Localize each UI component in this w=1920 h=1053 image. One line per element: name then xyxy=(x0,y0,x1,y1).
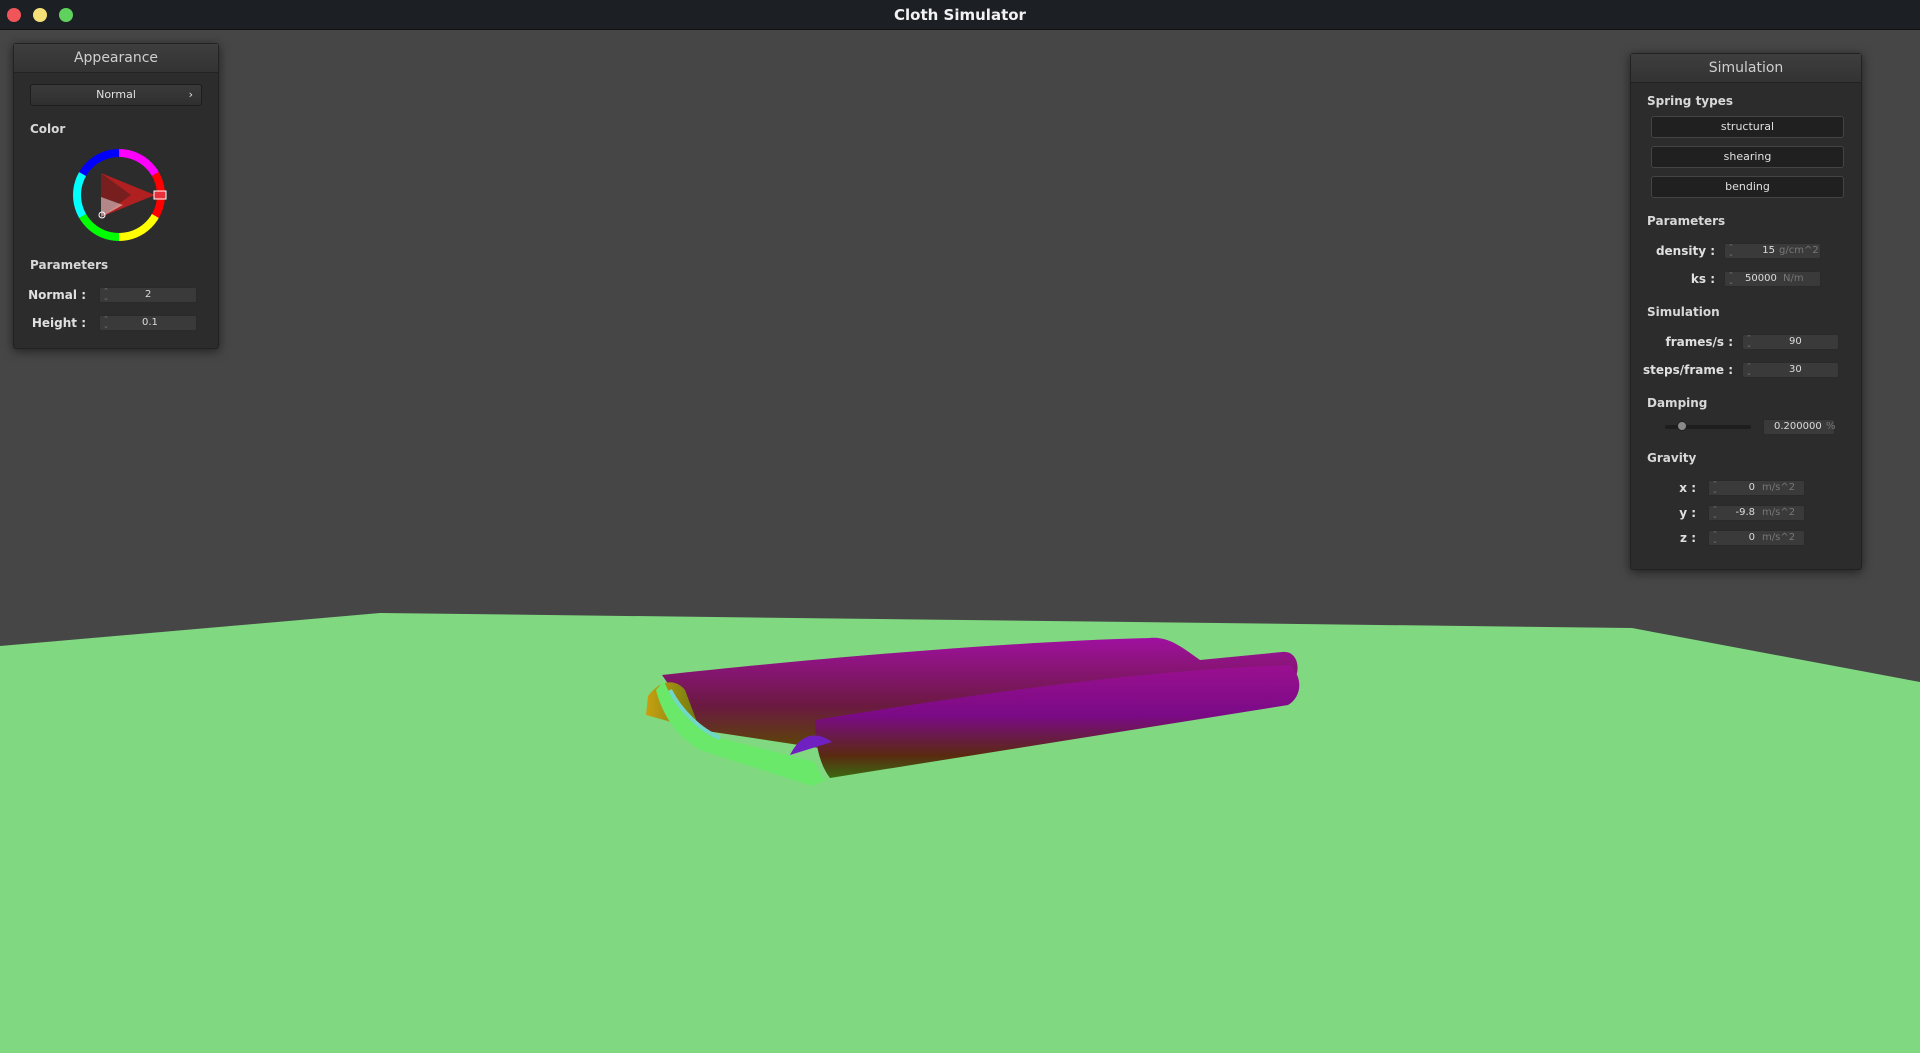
gravity-z-label: z : xyxy=(1680,531,1696,545)
window-title: Cloth Simulator xyxy=(894,6,1026,24)
appearance-panel: Appearance Normal › Color Parameters Nor… xyxy=(13,43,219,349)
simulation-panel-header: Simulation xyxy=(1631,54,1861,83)
height-label: Height : xyxy=(31,316,86,330)
ks-label: ks : xyxy=(1690,272,1715,286)
gravity-z-input[interactable]: ⌃ ⌄ 0 m/s^2 xyxy=(1708,530,1805,546)
spin-arrows-icon[interactable]: ⌃ ⌄ xyxy=(103,316,111,330)
simulation-panel: Simulation Spring types structural shear… xyxy=(1630,53,1862,570)
frames-per-second-input[interactable]: ⌃ ⌄ 90 xyxy=(1742,334,1839,350)
spin-arrows-icon[interactable]: ⌃ ⌄ xyxy=(1712,531,1720,545)
window-titlebar: Cloth Simulator xyxy=(0,0,1920,30)
spin-arrows-icon[interactable]: ⌃ ⌄ xyxy=(1712,481,1720,495)
density-input[interactable]: ⌃ ⌄ 15 g/cm^2 xyxy=(1724,243,1821,259)
structural-toggle-button[interactable]: structural xyxy=(1651,116,1844,138)
spin-arrows-icon[interactable]: ⌃ ⌄ xyxy=(1712,506,1720,520)
appearance-parameters-label: Parameters xyxy=(30,258,109,272)
simulation-parameters-label: Parameters xyxy=(1647,214,1726,228)
steps-per-frame-label: steps/frame : xyxy=(1643,363,1733,377)
ks-input[interactable]: ⌃ ⌄ 50000 N/m xyxy=(1724,271,1821,287)
normal-input[interactable]: ⌃ ⌄ 2 xyxy=(99,287,197,303)
spring-types-label: Spring types xyxy=(1647,94,1734,108)
damping-slider-handle[interactable] xyxy=(1677,421,1688,431)
spin-arrows-icon[interactable]: ⌃ ⌄ xyxy=(1746,363,1754,377)
gravity-x-input[interactable]: ⌃ ⌄ 0 m/s^2 xyxy=(1708,480,1805,496)
steps-per-frame-input[interactable]: ⌃ ⌄ 30 xyxy=(1742,362,1839,378)
bending-toggle-button[interactable]: bending xyxy=(1651,176,1844,198)
gravity-y-label: y : xyxy=(1679,506,1696,520)
color-wheel-picker[interactable] xyxy=(71,147,167,243)
hue-marker[interactable] xyxy=(153,190,167,200)
simulation-section-label: Simulation xyxy=(1647,305,1720,319)
normal-label: Normal : xyxy=(28,288,86,302)
spin-arrows-icon[interactable]: ⌃ ⌄ xyxy=(103,288,111,302)
color-section-label: Color xyxy=(30,122,66,136)
shading-mode-value: Normal xyxy=(96,88,136,101)
damping-input[interactable]: 0.200000 % xyxy=(1763,419,1836,435)
shading-mode-dropdown[interactable]: Normal › xyxy=(30,84,202,106)
chevron-right-icon: › xyxy=(188,88,193,101)
appearance-panel-header: Appearance xyxy=(14,44,218,73)
gravity-x-label: x : xyxy=(1679,481,1696,495)
damping-section-label: Damping xyxy=(1647,396,1708,410)
gravity-section-label: Gravity xyxy=(1647,451,1697,465)
spin-arrows-icon[interactable]: ⌃ ⌄ xyxy=(1728,272,1736,286)
spin-arrows-icon[interactable]: ⌃ ⌄ xyxy=(1746,335,1754,349)
density-label: density : xyxy=(1655,244,1715,258)
height-input[interactable]: ⌃ ⌄ 0.1 xyxy=(99,315,197,331)
frames-per-second-label: frames/s : xyxy=(1665,335,1733,349)
spin-arrows-icon[interactable]: ⌃ ⌄ xyxy=(1728,244,1736,258)
shearing-toggle-button[interactable]: shearing xyxy=(1651,146,1844,168)
gravity-y-input[interactable]: ⌃ ⌄ -9.8 m/s^2 xyxy=(1708,505,1805,521)
